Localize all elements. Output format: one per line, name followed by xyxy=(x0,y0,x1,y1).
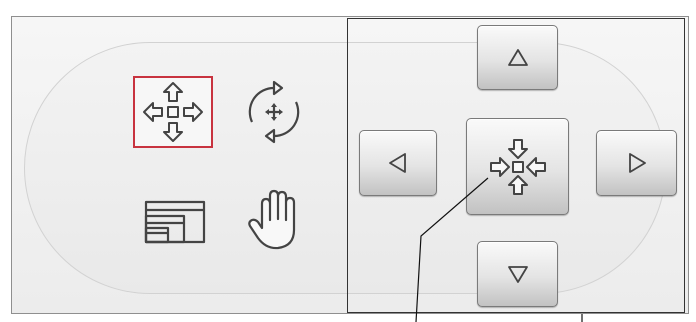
pan-mode-button[interactable] xyxy=(236,184,316,256)
pan-right-button[interactable] xyxy=(596,130,677,196)
triangle-right-icon xyxy=(627,152,647,174)
pan-up-button[interactable] xyxy=(477,25,558,90)
center-arrows-icon xyxy=(482,131,554,203)
pan-left-button[interactable] xyxy=(359,130,437,196)
fit-windows-icon xyxy=(140,196,210,248)
hand-icon xyxy=(244,184,308,256)
fit-mode-button[interactable] xyxy=(135,186,215,258)
rotate-mode-button[interactable] xyxy=(234,76,314,148)
move-mode-button[interactable] xyxy=(133,76,213,148)
triangle-down-icon xyxy=(507,264,529,284)
move-arrows-icon xyxy=(141,80,205,144)
center-button[interactable] xyxy=(466,118,569,215)
triangle-left-icon xyxy=(388,152,408,174)
triangle-up-icon xyxy=(507,48,529,68)
rotate-icon xyxy=(238,76,310,148)
pan-down-button[interactable] xyxy=(477,241,558,307)
